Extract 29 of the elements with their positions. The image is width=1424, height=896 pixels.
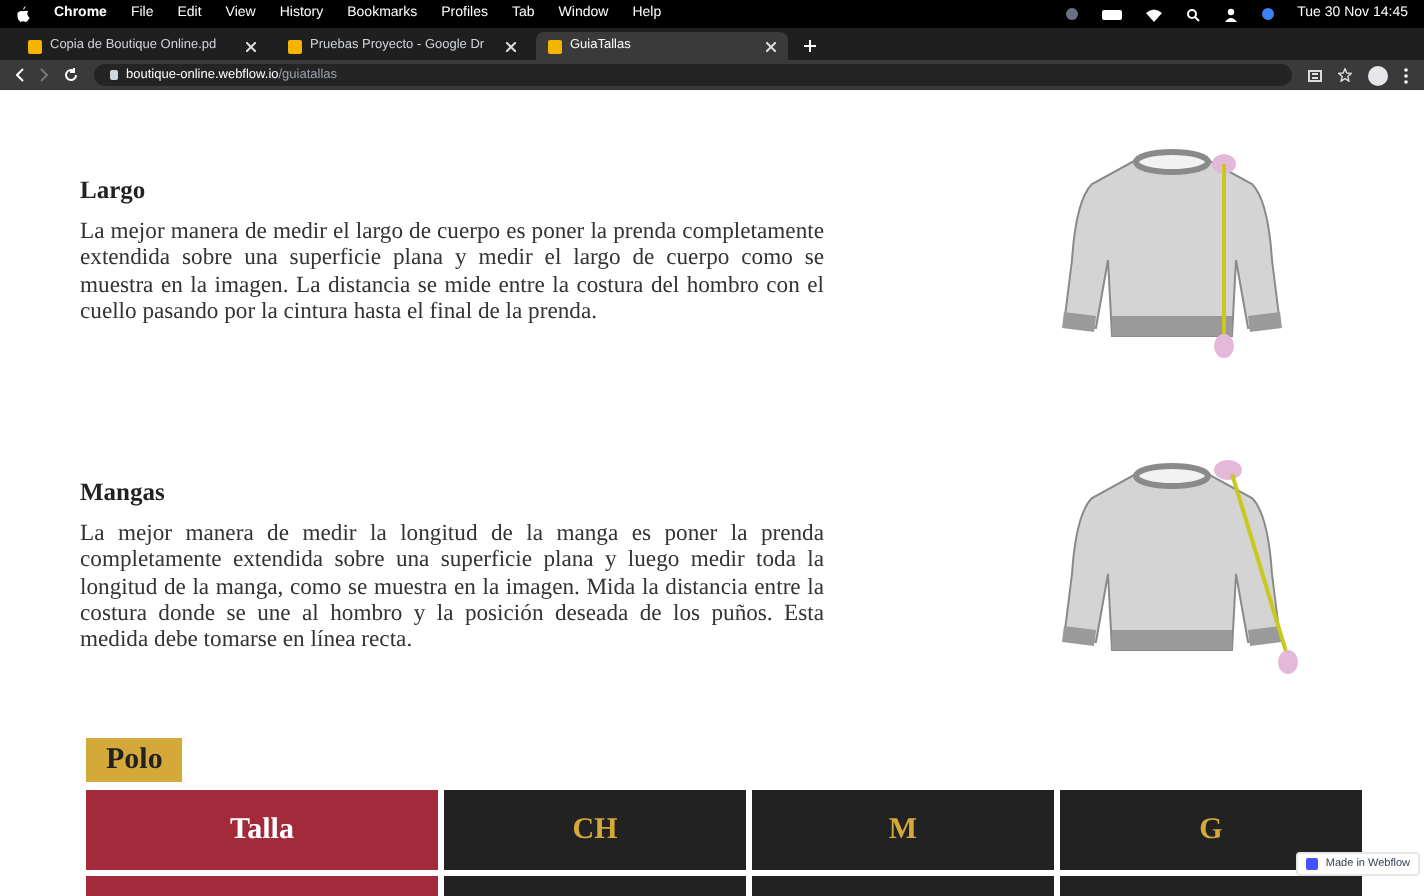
table-header-cell: Talla <box>86 790 438 870</box>
profile-avatar[interactable] <box>1368 65 1388 85</box>
favicon-icon <box>28 39 42 53</box>
close-icon[interactable] <box>246 41 256 51</box>
close-icon[interactable] <box>766 41 776 51</box>
wifi-icon[interactable] <box>1145 7 1162 21</box>
section-paragraph: La mejor manera de medir la longitud de la manga es poner la prenda completamente extendida sobre una superficie plana y luego medir toda la longitud de la manga, como se muestra en la imagen. Mida la distancia entre la costura donde se une al hombro y la posición deseada de los puños. Esta medida debe tomarse en línea recta. <box>80 519 824 654</box>
favicon-icon <box>548 39 562 53</box>
new-tab-icon[interactable] <box>804 40 816 52</box>
table-header-cell: M <box>752 790 1054 870</box>
section-heading: Largo <box>80 174 148 208</box>
lock-icon <box>110 70 118 80</box>
control-center-icon[interactable] <box>1261 8 1274 20</box>
section-paragraph: La mejor manera de medir el largo de cuerpo es poner la prenda completamente extendida sobre una superficie plana y medir el largo de cuerpo como se muestra en la imagen. La distancia se mide entre la costura del hombro con el cuello pasando por la cintura hasta el final de la prenda. <box>80 217 824 325</box>
section-heading: Mangas <box>80 476 167 510</box>
search-icon[interactable] <box>1185 7 1200 21</box>
close-icon[interactable] <box>506 41 516 51</box>
translate-icon[interactable] <box>1308 69 1322 81</box>
webflow-logo-icon <box>1305 858 1318 870</box>
table-header-cell: CH <box>444 790 746 870</box>
user-icon[interactable] <box>1223 7 1238 21</box>
back-icon[interactable] <box>16 68 24 82</box>
table-title: Polo <box>86 738 183 782</box>
apple-icon[interactable] <box>16 6 30 22</box>
forward-icon[interactable] <box>40 68 48 82</box>
favicon-icon <box>288 39 302 53</box>
reload-icon[interactable] <box>64 68 78 82</box>
battery-icon[interactable] <box>1101 9 1122 19</box>
star-icon[interactable] <box>1338 68 1352 82</box>
